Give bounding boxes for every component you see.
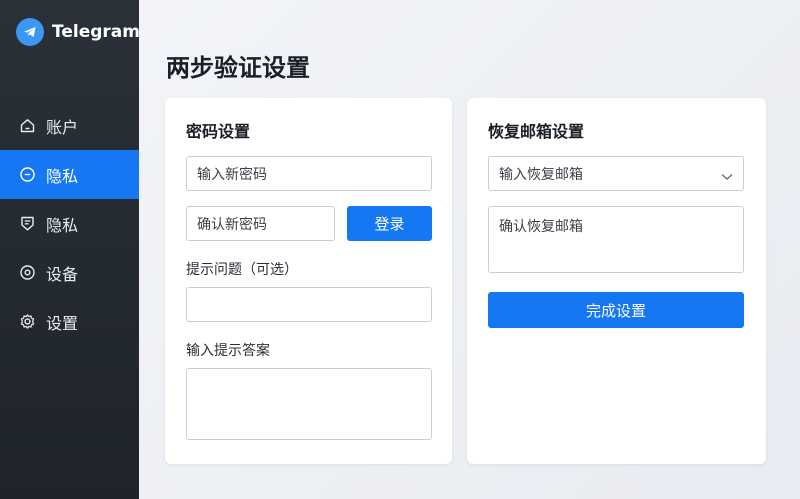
recovery-email-select[interactable]: 输入恢复邮箱 <box>488 156 744 191</box>
brand-name: Telegram <box>52 22 140 42</box>
sidebar-item-account[interactable]: 账户 <box>0 101 139 150</box>
sidebar-item-label: 隐私 <box>46 215 79 235</box>
shield-doc-icon <box>18 215 36 233</box>
chevron-down-icon <box>721 169 733 185</box>
hint-question-label: 提示问题（可选） <box>186 262 298 278</box>
gear-icon <box>18 313 36 331</box>
sidebar-nav: 账户 隐私 隐私 设备 设置 <box>0 101 139 346</box>
password-card-title: 密码设置 <box>186 122 251 141</box>
recovery-card-title: 恢复邮箱设置 <box>488 122 585 141</box>
sidebar-item-privacy[interactable]: 隐私 <box>0 150 139 199</box>
brand: Telegram <box>16 18 140 46</box>
recovery-email-card: 恢复邮箱设置 输入恢复邮箱 确认恢复邮箱 完成设置 <box>467 98 766 464</box>
sidebar-item-privacy-2[interactable]: 隐私 <box>0 199 139 248</box>
home-icon <box>18 117 36 135</box>
confirm-password-input[interactable]: 确认新密码 <box>186 206 335 241</box>
sidebar-item-devices[interactable]: 设备 <box>0 248 139 297</box>
login-button[interactable]: 登录 <box>347 206 432 241</box>
hint-answer-label: 输入提示答案 <box>186 343 270 359</box>
telegram-icon <box>16 18 44 46</box>
recovery-email-select-value: 输入恢复邮箱 <box>499 166 583 183</box>
finish-setup-button[interactable]: 完成设置 <box>488 292 744 328</box>
sidebar: Telegram 账户 隐私 隐私 设备 设置 <box>0 0 140 499</box>
hint-question-input[interactable] <box>186 287 432 322</box>
sidebar-item-label: 设置 <box>46 313 79 333</box>
confirm-recovery-email-input[interactable]: 确认恢复邮箱 <box>488 206 744 273</box>
main-content: 两步验证设置 密码设置 输入新密码 确认新密码 登录 提示问题（可选） 输入提示… <box>139 0 800 499</box>
sidebar-item-label: 账户 <box>46 117 79 137</box>
sidebar-item-settings[interactable]: 设置 <box>0 297 139 346</box>
page-title: 两步验证设置 <box>166 54 310 82</box>
circle-dot-icon <box>18 264 36 282</box>
minus-circle-icon <box>18 166 36 184</box>
sidebar-item-label: 隐私 <box>46 166 79 186</box>
sidebar-item-label: 设备 <box>46 264 79 284</box>
password-settings-card: 密码设置 输入新密码 确认新密码 登录 提示问题（可选） 输入提示答案 <box>165 98 452 464</box>
new-password-input[interactable]: 输入新密码 <box>186 156 432 191</box>
hint-answer-textarea[interactable] <box>186 368 432 440</box>
